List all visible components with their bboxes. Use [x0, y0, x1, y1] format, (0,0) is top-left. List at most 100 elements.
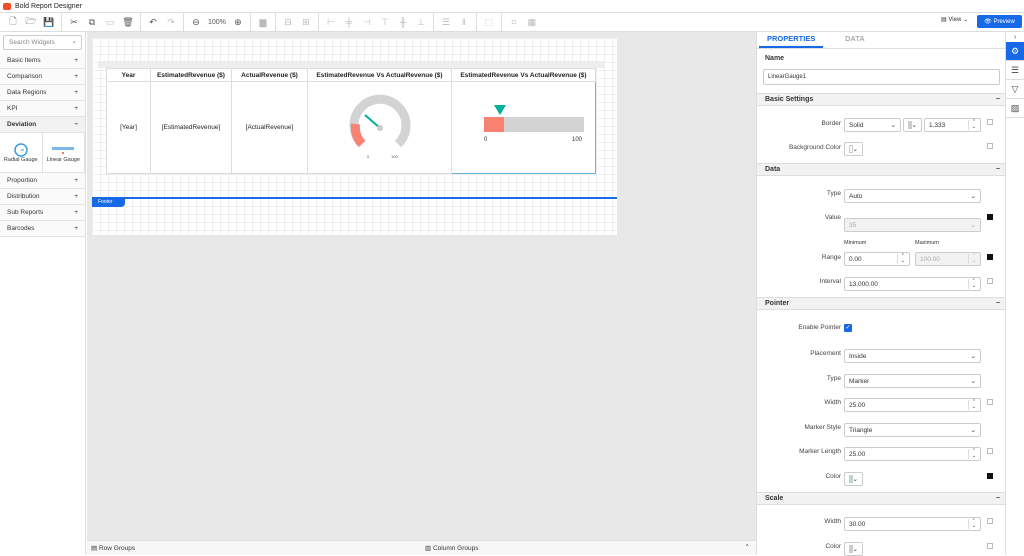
border-color-picker[interactable]: ⌄: [903, 118, 922, 132]
section-basic[interactable]: Basic Settings −: [757, 93, 1006, 106]
category-item[interactable]: Comparison +: [0, 69, 85, 85]
marker-style-dropdown[interactable]: Triangle ⌄: [844, 423, 981, 437]
category-item[interactable]: Basic Items +: [0, 53, 85, 69]
column-groups[interactable]: ▥ Column Groups: [425, 544, 478, 552]
year-cell[interactable]: [Year]: [106, 81, 151, 174]
view-dropdown[interactable]: ▤ View ⌄: [941, 16, 968, 23]
expression-checkbox[interactable]: [987, 119, 993, 125]
category-deviation[interactable]: Deviation −: [0, 117, 85, 133]
pointer-color-picker[interactable]: ⌄: [844, 472, 863, 486]
header-cell[interactable]: ActualRevenue ($): [231, 68, 308, 82]
expression-checkbox[interactable]: [987, 518, 993, 524]
align-right-icon[interactable]: ⊣: [358, 14, 376, 30]
widget-linear-gauge[interactable]: Linear Gauge: [43, 133, 85, 172]
section-pointer[interactable]: Pointer −: [757, 297, 1006, 310]
scale-width-stepper[interactable]: 30.00 ⌃ ⌄: [844, 517, 981, 531]
filter-icon[interactable]: ▽: [1006, 80, 1024, 99]
align-left-icon[interactable]: ⊢: [322, 14, 340, 30]
expression-checkbox[interactable]: [987, 143, 993, 149]
category-item[interactable]: Data Regions +: [0, 85, 85, 101]
expression-checkbox[interactable]: [987, 254, 993, 260]
pointer-width-stepper[interactable]: 25.00 ⌃ ⌄: [844, 398, 981, 412]
open-icon[interactable]: 🗁: [22, 14, 40, 30]
report-table[interactable]: Year EstimatedRevenue ($) ActualRevenue ($…: [106, 68, 596, 174]
zoom-in-icon[interactable]: ⊕: [229, 14, 247, 30]
expression-checkbox[interactable]: [987, 543, 993, 549]
pointer-color-label: Color: [825, 473, 841, 480]
background-color-picker[interactable]: ⌄: [844, 142, 863, 156]
linear-gauge-cell[interactable]: 0 100: [451, 81, 596, 174]
redo-icon[interactable]: ↷: [162, 14, 180, 30]
cut-icon[interactable]: ✂: [65, 14, 83, 30]
widget-radial-gauge[interactable]: Radial Gauge: [0, 133, 43, 172]
align-center-icon[interactable]: ╪: [340, 14, 358, 30]
copy-icon[interactable]: ⧉: [83, 14, 101, 30]
arrange-icon[interactable]: ▆: [254, 14, 272, 30]
split-icon[interactable]: ⊞: [297, 14, 315, 30]
marker-length-stepper[interactable]: 25.00 ⌃ ⌄: [844, 447, 981, 461]
image-settings-icon[interactable]: ▨: [1006, 99, 1024, 118]
estimated-revenue-cell[interactable]: [EstimatedRevenue]: [150, 81, 232, 174]
enable-pointer-checkbox[interactable]: ✓: [844, 324, 852, 332]
distribute-v-icon[interactable]: ☰: [437, 14, 455, 30]
footer-tag[interactable]: Footer: [92, 199, 125, 207]
name-input[interactable]: LinearGauge1: [763, 69, 1000, 85]
header-cell[interactable]: EstimatedRevenue Vs ActualRevenue ($): [307, 68, 452, 82]
radial-gauge-cell[interactable]: 0 100: [307, 81, 452, 174]
section-scale[interactable]: Scale −: [757, 492, 1006, 505]
merge-icon[interactable]: ⊟: [279, 14, 297, 30]
expression-checkbox[interactable]: [987, 473, 993, 479]
select-icon[interactable]: ⬚: [480, 14, 498, 30]
database-icon[interactable]: ☰: [1006, 61, 1024, 80]
category-item[interactable]: KPI +: [0, 101, 85, 117]
interval-stepper[interactable]: 13,000.00 ⌃ ⌄: [844, 277, 981, 291]
expand-icon[interactable]: ⌃: [745, 543, 750, 551]
category-item[interactable]: Sub Reports +: [0, 205, 85, 221]
expression-checkbox[interactable]: [987, 214, 993, 220]
align-bottom-icon[interactable]: ⊥: [412, 14, 430, 30]
expression-checkbox[interactable]: [987, 399, 993, 405]
range-min-stepper[interactable]: 0.00 ⌃ ⌄: [844, 252, 910, 266]
column-handles[interactable]: [98, 61, 605, 68]
delete-icon[interactable]: 🗑: [119, 14, 137, 30]
placement-dropdown[interactable]: Inside ⌄: [844, 349, 981, 363]
header-cell[interactable]: EstimatedRevenue Vs ActualRevenue ($): [451, 68, 596, 82]
header-cell[interactable]: EstimatedRevenue ($): [150, 68, 232, 82]
pointer-type-dropdown[interactable]: Marker ⌄: [844, 374, 981, 388]
category-item[interactable]: Distribution +: [0, 189, 85, 205]
expression-checkbox[interactable]: [987, 278, 993, 284]
chevron-down-icon: ⌄: [970, 353, 976, 360]
header-cell[interactable]: Year: [106, 68, 151, 82]
collapse-panel-icon[interactable]: ›: [1006, 32, 1024, 42]
undo-icon[interactable]: ↶: [144, 14, 162, 30]
value-dropdown[interactable]: 35 ⌄: [844, 218, 981, 232]
search-widgets-input[interactable]: Search Widgets ⌕: [3, 35, 82, 50]
expression-checkbox[interactable]: [987, 448, 993, 454]
report-body[interactable]: Year EstimatedRevenue ($) ActualRevenue ($…: [92, 38, 617, 235]
scale-color-picker[interactable]: ⌄: [844, 542, 863, 556]
data-type-dropdown[interactable]: Auto ⌄: [844, 189, 981, 203]
paste-icon[interactable]: ▭: [101, 14, 119, 30]
gear-icon[interactable]: ⚙: [1006, 42, 1024, 61]
category-item[interactable]: Proportion +: [0, 173, 85, 189]
border-width-stepper[interactable]: 1.333 ⌃ ⌄: [924, 118, 981, 132]
tab-data[interactable]: DATA: [845, 34, 865, 43]
grid-icon[interactable]: ▦: [523, 14, 541, 30]
row-groups[interactable]: ▤ Row Groups: [91, 544, 135, 552]
preview-button[interactable]: 👁 Preview: [977, 15, 1022, 28]
save-icon[interactable]: 💾: [40, 14, 58, 30]
actual-revenue-cell[interactable]: [ActualRevenue]: [231, 81, 308, 174]
align-top-icon[interactable]: ⊤: [376, 14, 394, 30]
border-style-dropdown[interactable]: Solid ⌄: [844, 118, 901, 132]
spin-icon: ⌃ ⌄: [967, 120, 976, 130]
snap-icon[interactable]: ⌗: [505, 14, 523, 30]
category-item[interactable]: Barcodes +: [0, 221, 85, 237]
range-max-stepper[interactable]: 100.00 ⌃ ⌄: [915, 252, 981, 266]
align-middle-icon[interactable]: ╫: [394, 14, 412, 30]
zoom-out-icon[interactable]: ⊖: [187, 14, 205, 30]
section-data[interactable]: Data −: [757, 163, 1006, 176]
tab-properties[interactable]: PROPERTIES: [767, 34, 815, 43]
new-icon[interactable]: 🗋: [4, 14, 22, 30]
zoom-level[interactable]: 100%: [205, 19, 229, 26]
distribute-h-icon[interactable]: ‖: [455, 14, 473, 30]
